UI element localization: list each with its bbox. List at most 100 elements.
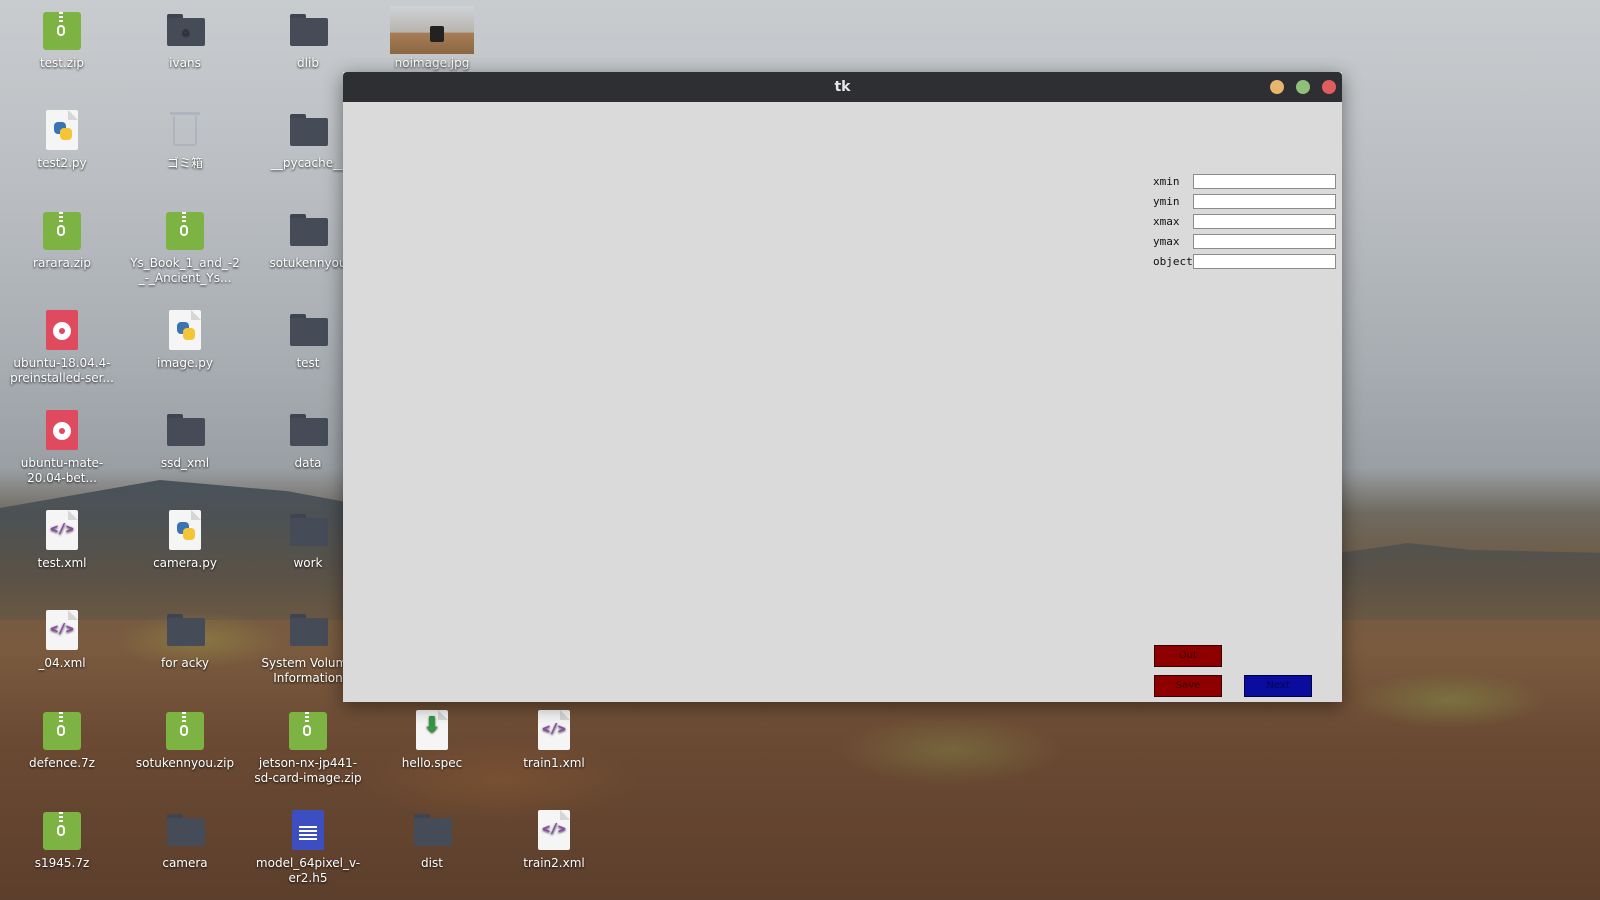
folder-icon <box>286 308 330 352</box>
xml-file-icon: </> <box>40 608 84 652</box>
desktop-icon-ubuntu-mate[interactable]: ubuntu-mate-20.04-bet... <box>7 408 117 486</box>
desktop-icon-trash[interactable]: ゴミ箱 <box>130 108 240 171</box>
desktop-icon-label: ubuntu-18.04.4-preinstalled-ser... <box>10 356 114 385</box>
close-button[interactable] <box>1322 80 1336 94</box>
python-file-icon <box>40 108 84 152</box>
desktop-icon-model-h5[interactable]: model_64pixel_v-er2.h5 <box>253 808 363 886</box>
folder-icon <box>286 108 330 152</box>
desktop-icon-test2-py[interactable]: test2.py <box>7 108 117 171</box>
desktop-icon-hello-spec[interactable]: ⬇ hello.spec <box>377 708 487 771</box>
desktop-icon-test-zip[interactable]: test.zip <box>7 8 117 71</box>
next-button[interactable]: Next <box>1244 675 1312 697</box>
download-file-icon: ⬇ <box>410 708 454 752</box>
desktop-icon-ubuntu-18[interactable]: ubuntu-18.04.4-preinstalled-ser... <box>7 308 117 386</box>
desktop-icon-for-acky[interactable]: for acky <box>130 608 240 671</box>
desktop-icon-dlib[interactable]: dlib <box>253 8 363 71</box>
ymax-input[interactable] <box>1193 234 1336 249</box>
document-icon <box>286 808 330 852</box>
home-folder-icon: ⌂ <box>163 8 207 52</box>
desktop-icon-label: train2.xml <box>523 856 585 870</box>
desktop-icon-s1945-7z[interactable]: s1945.7z <box>7 808 117 871</box>
desktop-icon-train1-xml[interactable]: </> train1.xml <box>499 708 609 771</box>
desktop-icon-label: test.xml <box>37 556 87 570</box>
object-input[interactable] <box>1193 254 1336 269</box>
desktop-icon-label: dist <box>421 856 443 870</box>
desktop-icon-label: _04.xml <box>38 656 86 670</box>
desktop-icon-camera[interactable]: camera <box>130 808 240 871</box>
desktop-icon-label: ssd_xml <box>160 456 210 470</box>
ymax-label: ymax <box>1153 235 1180 248</box>
desktop-icon-label: camera <box>162 856 208 870</box>
zip-icon <box>40 808 84 852</box>
desktop-icon-ssd-xml[interactable]: ssd_xml <box>130 408 240 471</box>
folder-icon <box>286 408 330 452</box>
desktop-icon-label: ivans <box>169 56 201 70</box>
xmax-input[interactable] <box>1193 214 1336 229</box>
ymin-label: ymin <box>1153 195 1180 208</box>
folder-icon <box>286 8 330 52</box>
xml-file-icon: </> <box>40 508 84 552</box>
desktop-icon-defence-7z[interactable]: defence.7z <box>7 708 117 771</box>
xmin-input[interactable] <box>1193 174 1336 189</box>
ymin-input[interactable] <box>1193 194 1336 209</box>
minimize-button[interactable] <box>1270 80 1284 94</box>
desktop-icon-rarara-zip[interactable]: rarara.zip <box>7 208 117 271</box>
desktop-icon-noimage-jpg[interactable]: noimage.jpg <box>377 6 487 71</box>
save-button[interactable]: Save <box>1154 675 1222 697</box>
folder-icon <box>286 208 330 252</box>
desktop-icon-camera-py[interactable]: camera.py <box>130 508 240 571</box>
disc-image-icon <box>40 308 84 352</box>
window-title: tk <box>834 79 851 95</box>
desktop-icon-04-xml[interactable]: </> _04.xml <box>7 608 117 671</box>
desktop-icon-label: dlib <box>297 56 319 70</box>
python-file-icon <box>163 508 207 552</box>
xmin-label: xmin <box>1153 175 1180 188</box>
desktop-icon-label: train1.xml <box>523 756 585 770</box>
desktop-icon-dist[interactable]: dist <box>377 808 487 871</box>
object-label: object <box>1153 255 1193 268</box>
desktop-icon-label: test2.py <box>37 156 87 170</box>
zip-icon <box>40 208 84 252</box>
desktop-icon-label: jetson-nx-jp441-sd-card-image.zip <box>254 756 362 785</box>
maximize-button[interactable] <box>1296 80 1310 94</box>
desktop-icon-label: defence.7z <box>29 756 95 770</box>
desktop-icon-jetson[interactable]: jetson-nx-jp441-sd-card-image.zip <box>253 708 363 786</box>
desktop-icon-label: model_64pixel_v-er2.h5 <box>255 856 361 885</box>
xml-file-icon: </> <box>532 808 576 852</box>
desktop-icon-label: image.py <box>157 356 213 370</box>
desktop-icon-label: test.zip <box>39 56 85 70</box>
desktop-icon-label: hello.spec <box>401 756 463 770</box>
out-button[interactable]: Out <box>1154 645 1222 667</box>
python-file-icon <box>163 308 207 352</box>
desktop-icon-ivans[interactable]: ⌂ ivans <box>130 8 240 71</box>
xmax-label: xmax <box>1153 215 1180 228</box>
folder-icon <box>410 808 454 852</box>
desktop-icon-test-xml[interactable]: </> test.xml <box>7 508 117 571</box>
desktop-icon-label: ゴミ箱 <box>166 156 203 170</box>
desktop-icon-ys-book[interactable]: Ys_Book_1_and_-2_-_Ancient_Ys... <box>130 208 240 286</box>
disc-image-icon <box>40 408 84 452</box>
folder-icon <box>286 508 330 552</box>
trash-icon <box>163 108 207 152</box>
folder-icon <box>163 808 207 852</box>
desktop-icon-label: camera.py <box>153 556 217 570</box>
desktop-icon-label: rarara.zip <box>33 256 91 270</box>
tk-window: tk xmin ymin xmax ymax object Out Save N… <box>343 72 1342 702</box>
folder-icon <box>163 608 207 652</box>
desktop-icon-label: s1945.7z <box>34 856 90 870</box>
desktop-icon-label: Ys_Book_1_and_-2_-_Ancient_Ys... <box>130 256 240 285</box>
desktop-icon-sotukennyou-zip[interactable]: sotukennyou.zip <box>130 708 240 771</box>
desktop-icon-image-py[interactable]: image.py <box>130 308 240 371</box>
zip-icon <box>163 708 207 752</box>
folder-icon <box>286 608 330 652</box>
desktop-icon-label: for acky <box>161 656 209 670</box>
zip-icon <box>286 708 330 752</box>
desktop-icon-train2-xml[interactable]: </> train2.xml <box>499 808 609 871</box>
zip-icon <box>40 708 84 752</box>
image-thumbnail-icon <box>390 6 474 54</box>
window-titlebar[interactable]: tk <box>343 72 1342 102</box>
zip-icon <box>40 8 84 52</box>
zip-icon <box>163 208 207 252</box>
desktop-icon-label: sotukennyou.zip <box>135 756 235 770</box>
xml-file-icon: </> <box>532 708 576 752</box>
